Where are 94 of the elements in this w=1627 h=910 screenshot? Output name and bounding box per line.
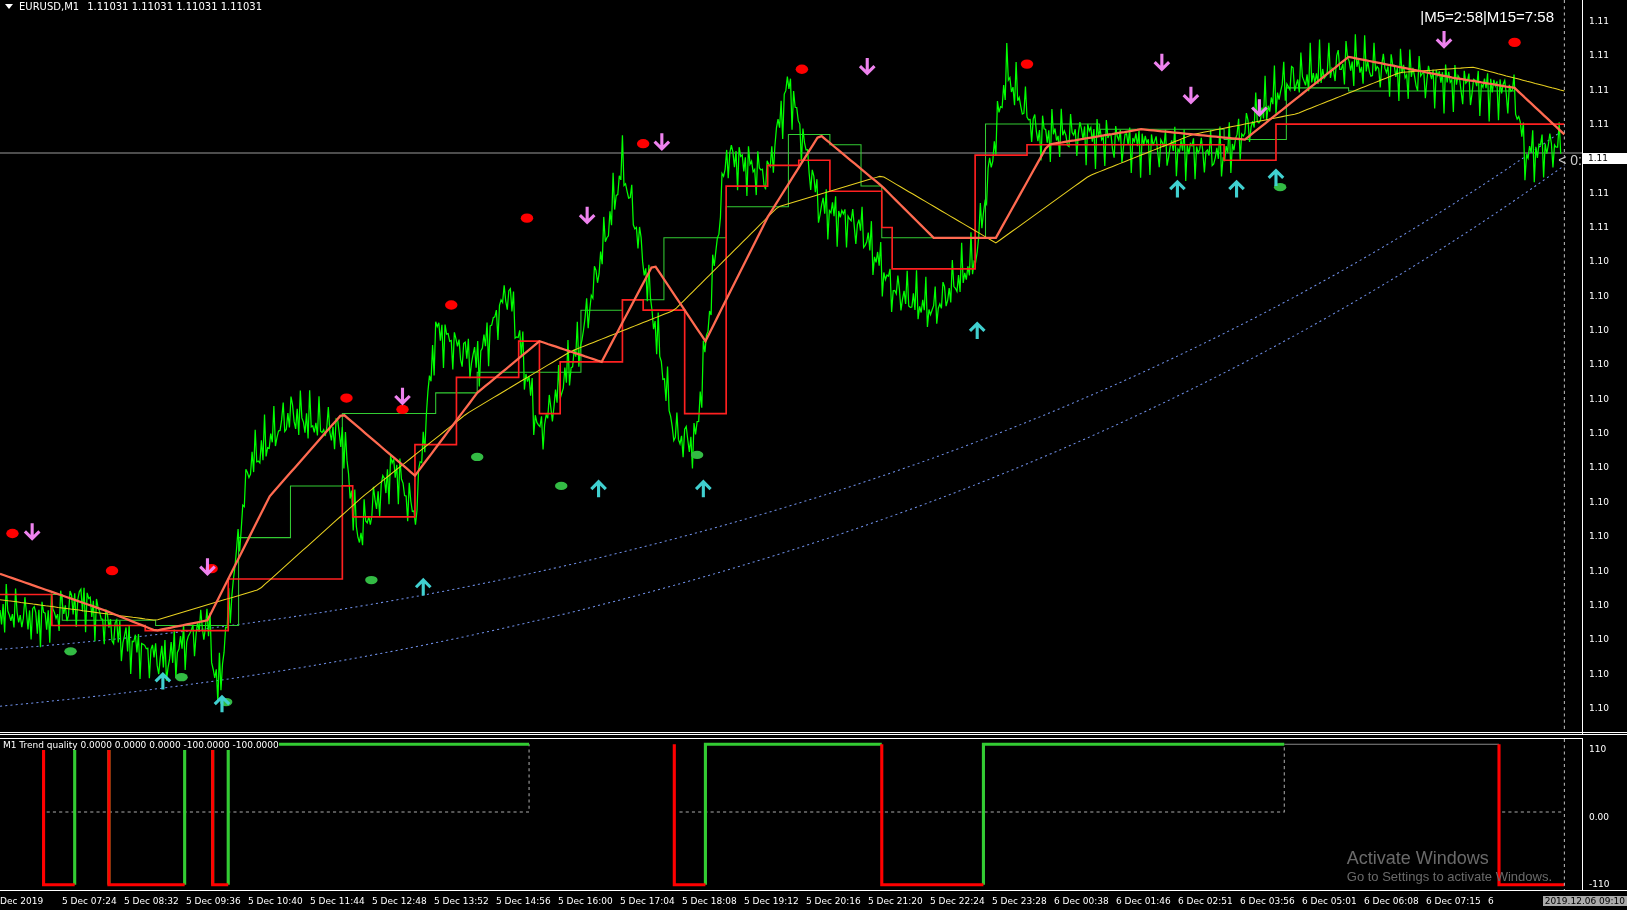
- price-axis-label: 1.10: [1588, 393, 1611, 405]
- time-axis-label: 6 Dec 03:56: [1240, 895, 1296, 906]
- up-arrow-icon: [694, 479, 713, 499]
- price-axis-label: 1.11: [1588, 119, 1611, 131]
- down-arrow-icon: [1250, 97, 1269, 117]
- up-arrow-icon: [1168, 179, 1187, 200]
- up-arrow-icon: [414, 577, 433, 598]
- sell-signal-dot: [1020, 59, 1034, 69]
- up-arrow-icon: [968, 321, 987, 341]
- price-axis-label: 1.10: [1588, 359, 1611, 371]
- sell-signal-dot: [340, 393, 353, 403]
- price-axis-label: 1.10: [1588, 702, 1611, 714]
- dropdown-triangle-icon[interactable]: [5, 4, 13, 9]
- price-axis-label: 1.11: [1588, 50, 1611, 62]
- indicator-axis-label: 110: [1588, 744, 1608, 755]
- time-axis-label: 5 Dec 14:56: [496, 895, 552, 906]
- activation-title: Activate Windows: [1346, 848, 1490, 869]
- sell-signal-dot: [396, 404, 409, 415]
- buy-signal-dot: [555, 481, 568, 491]
- price-axis-label: 1.10: [1588, 634, 1611, 646]
- up-arrow-icon: [589, 479, 608, 499]
- time-axis-label: 5 Dec 10:40: [248, 895, 304, 906]
- buy-signal-dot: [175, 673, 188, 682]
- sell-signal-dot: [1508, 37, 1521, 48]
- sell-signal-dot: [6, 528, 19, 539]
- time-axis-label: 5 Dec 13:52: [434, 895, 490, 906]
- time-axis-label: 6 Dec 02:51: [1178, 895, 1234, 906]
- sell-signal-dot: [445, 300, 458, 310]
- price-axis-label: 1.11: [1588, 187, 1611, 199]
- sell-signal-dot: [205, 564, 218, 574]
- time-axis-label: 5 Dec 23:28: [992, 895, 1048, 906]
- price-axis-label: 1.10: [1588, 325, 1611, 337]
- time-axis-label: 6: [1488, 895, 1494, 906]
- price-axis-label: 1.10: [1588, 428, 1611, 440]
- down-arrow-icon: [198, 556, 217, 576]
- time-axis-label: 6 Dec 00:38: [1054, 895, 1110, 906]
- price-axis-label: 1.10: [1588, 290, 1611, 302]
- price-axis-label: 1.10: [1588, 256, 1611, 268]
- price-axis-label: 1.10: [1588, 599, 1611, 611]
- time-axis-label: 5 Dec 08:32: [124, 895, 180, 906]
- indicator-axis-label: -110: [1588, 879, 1611, 890]
- sell-signal-dot: [636, 139, 650, 149]
- time-axis-label: 5 Dec 11:44: [310, 895, 366, 906]
- price-axis-label: 1.10: [1588, 496, 1611, 508]
- current-price-label: 1.11: [1583, 153, 1627, 165]
- cursor-time-label: 2019.12.06 09:10: [1542, 895, 1627, 906]
- time-axis-label: 5 Dec 12:48: [372, 895, 428, 906]
- price-axis-label: 1.11: [1588, 16, 1611, 27]
- down-arrow-icon: [858, 56, 877, 76]
- time-axis-label: 6 Dec 05:01: [1302, 895, 1358, 906]
- time-axis-label: Dec 2019: [0, 895, 45, 906]
- time-axis-label: 6 Dec 06:08: [1364, 895, 1420, 906]
- buy-signal-dot: [64, 647, 77, 656]
- time-axis-label: 5 Dec 19:12: [744, 895, 800, 906]
- up-arrow-icon: [1227, 179, 1246, 200]
- up-arrow-icon: [1267, 168, 1285, 188]
- price-axis-label: 1.11: [1588, 222, 1611, 234]
- down-arrow-icon: [393, 386, 412, 406]
- time-axis-label: 5 Dec 18:08: [682, 895, 738, 906]
- buy-signal-dot: [470, 452, 484, 462]
- down-arrow-icon: [23, 521, 41, 541]
- sell-signal-dot: [520, 213, 534, 223]
- time-axis-label: 6 Dec 07:15: [1426, 895, 1482, 906]
- price-axis-label: 1.11: [1588, 84, 1611, 96]
- timer-text: |M5=2:58|M15=7:58: [1420, 8, 1554, 25]
- price-axis-label: 1.10: [1588, 565, 1611, 577]
- time-axis-label: 5 Dec 22:24: [930, 895, 986, 906]
- sell-signal-dot: [795, 64, 809, 74]
- time-axis-label: 5 Dec 16:00: [558, 895, 614, 906]
- price-axis-label: 1.10: [1588, 668, 1611, 680]
- price-values: 1.11031 1.11031 1.11031 1.11031: [87, 1, 263, 12]
- price-line-label: < 0:: [1558, 152, 1582, 168]
- time-axis-label: 5 Dec 09:36: [186, 895, 242, 906]
- sell-signal-dot: [105, 566, 119, 576]
- time-axis-label: 5 Dec 07:24: [62, 895, 118, 906]
- time-axis-label: 5 Dec 17:04: [620, 895, 676, 906]
- indicator-axis-label: 0.00: [1588, 811, 1611, 823]
- price-axis-label: 1.10: [1588, 531, 1611, 543]
- up-arrow-icon: [154, 671, 172, 692]
- buy-signal-dot: [365, 575, 378, 585]
- buy-signal-dot: [1273, 183, 1287, 192]
- time-axis-label: 5 Dec 20:16: [806, 895, 862, 906]
- time-axis-label: 6 Dec 01:46: [1116, 895, 1172, 906]
- down-arrow-icon: [653, 131, 671, 152]
- down-arrow-icon: [1153, 52, 1171, 72]
- down-arrow-icon: [1182, 85, 1200, 105]
- indicator-label: M1 Trend quality 0.0000 0.0000 0.0000 -100.0000 -100.0000: [3, 740, 279, 750]
- time-axis-label: 5 Dec 21:20: [868, 895, 924, 906]
- price-axis-label: 1.10: [1588, 462, 1611, 474]
- down-arrow-icon: [578, 205, 596, 225]
- symbol-label: EURUSD,M1: [19, 1, 80, 12]
- buy-signal-dot: [690, 450, 704, 460]
- down-arrow-icon: [1435, 29, 1453, 49]
- up-arrow-icon: [213, 694, 231, 714]
